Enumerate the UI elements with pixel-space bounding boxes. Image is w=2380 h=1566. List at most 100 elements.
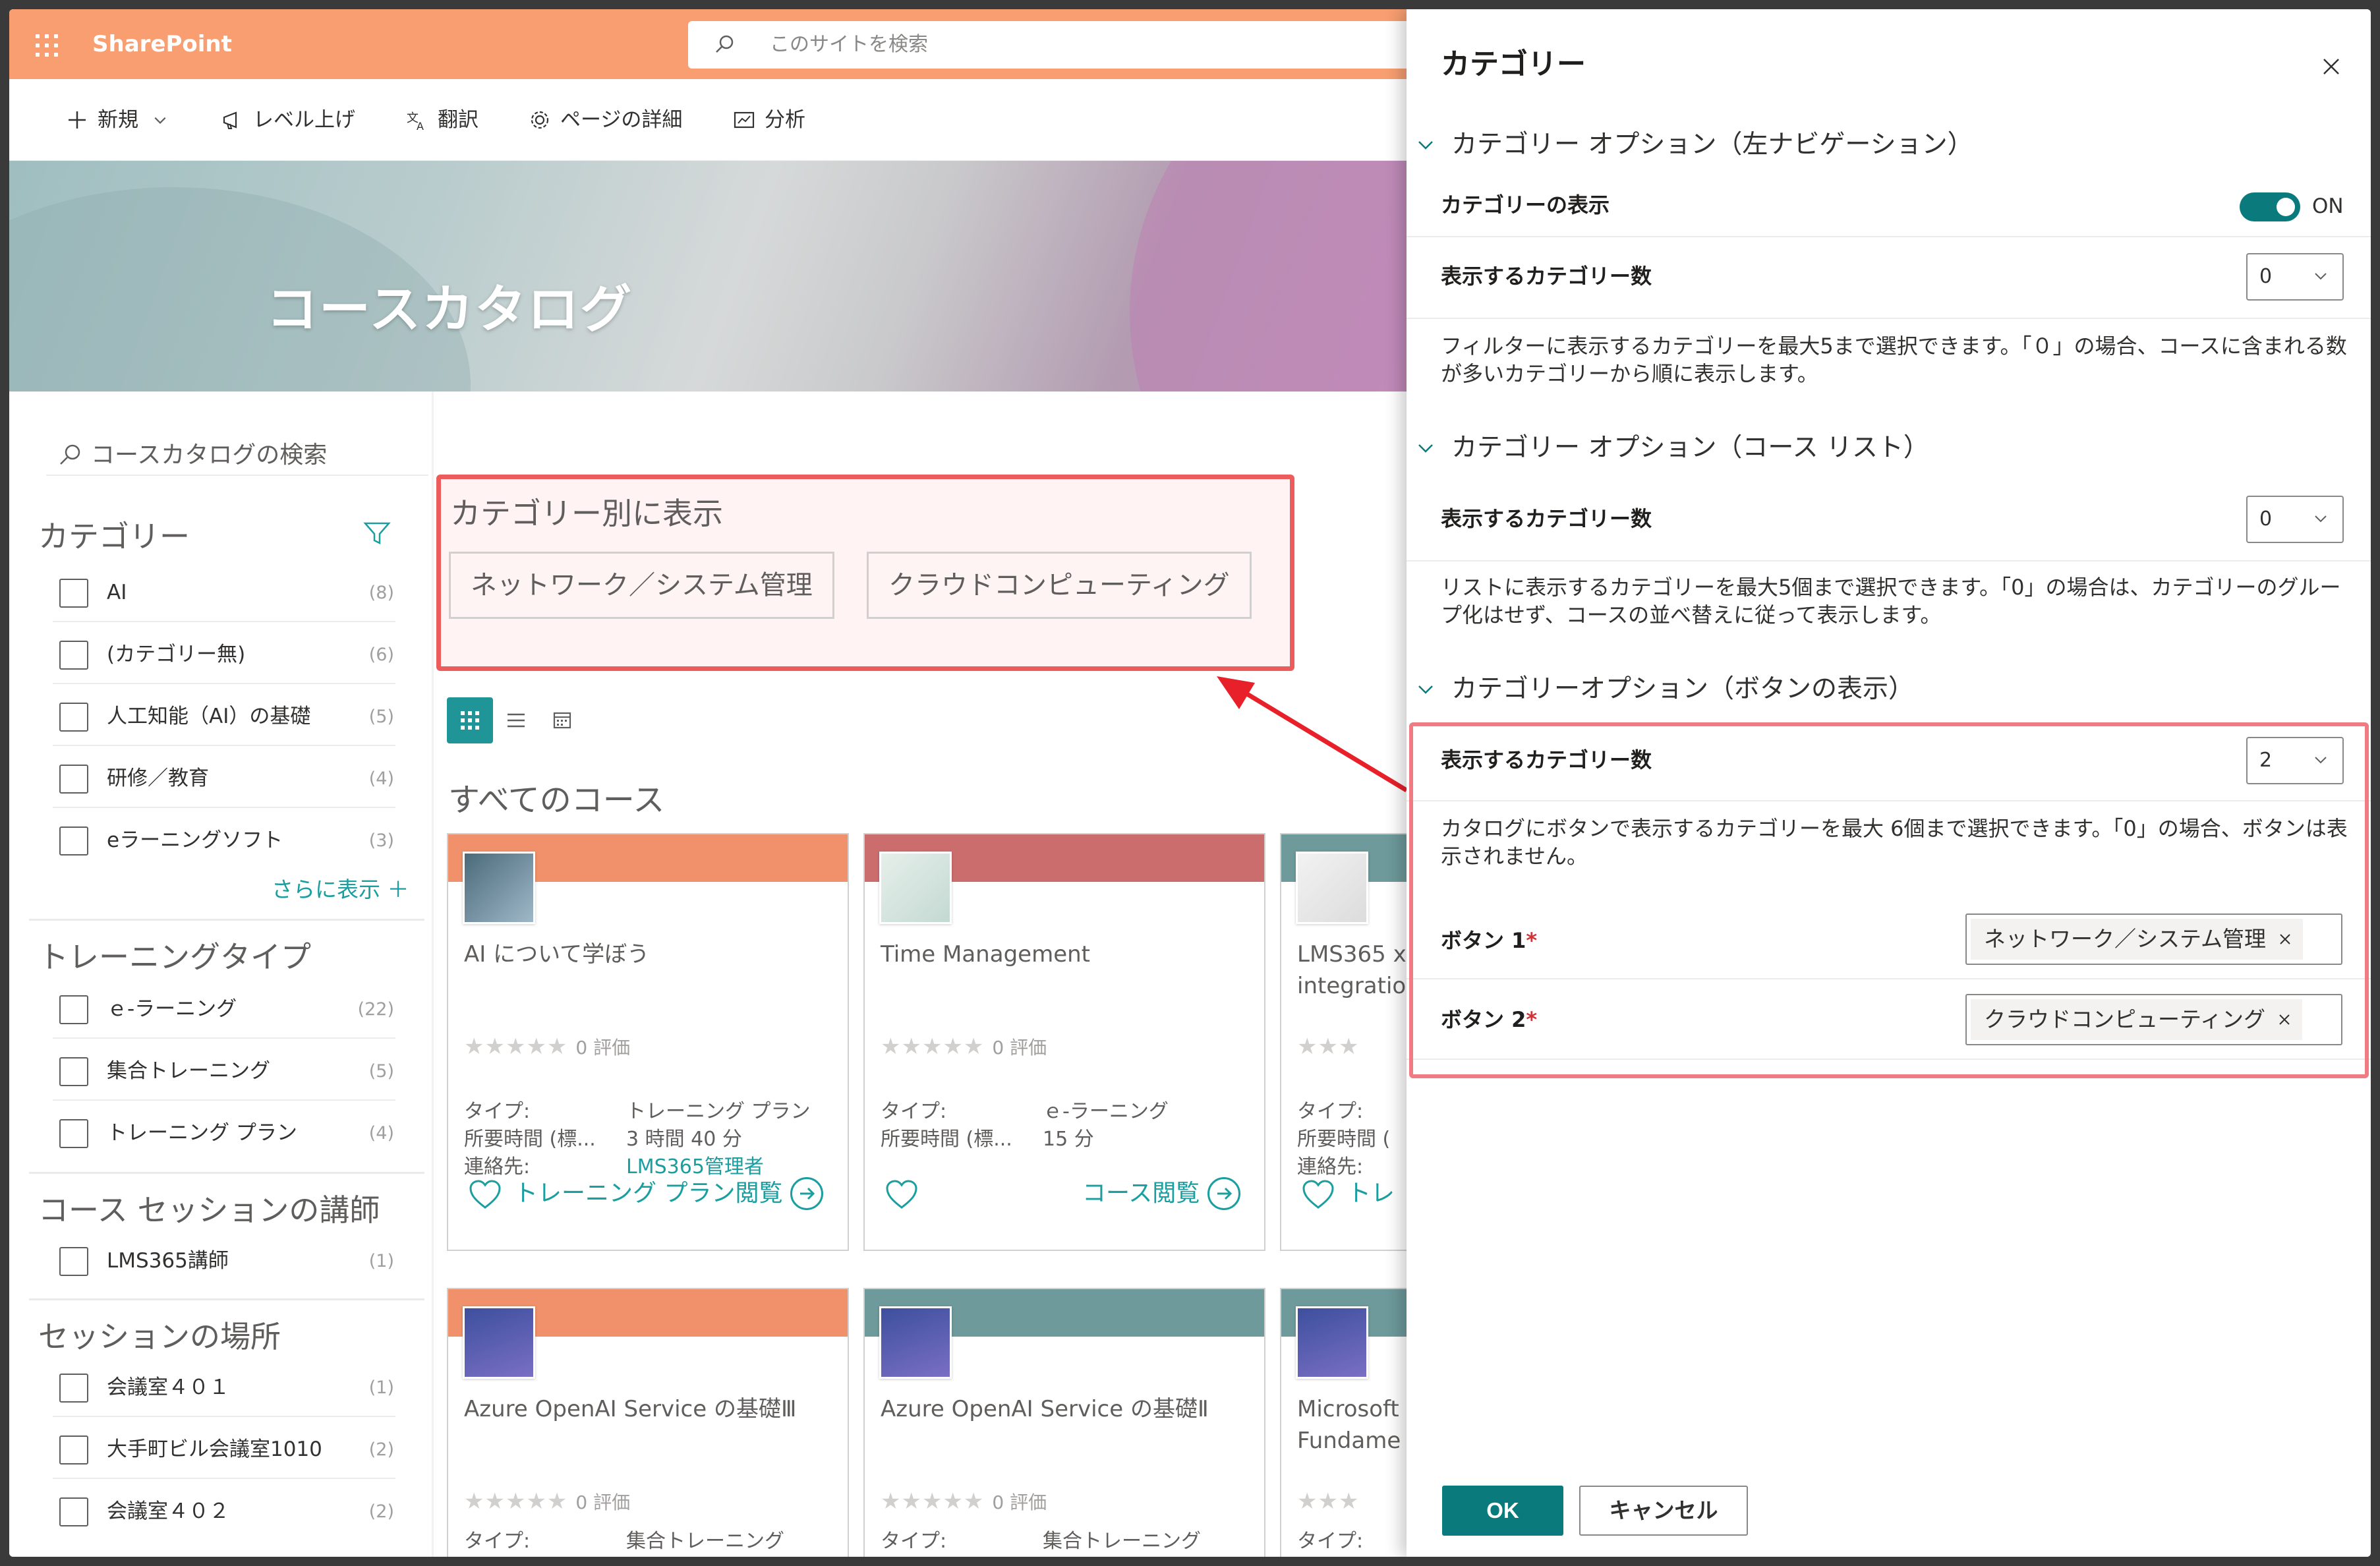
filter-item[interactable]: AI (8) — [53, 563, 395, 622]
filter-section-title: セッションの場所 — [38, 1319, 281, 1354]
rating-stars: ★★★ — [1297, 1488, 1360, 1515]
checkbox[interactable] — [59, 1057, 88, 1086]
search-icon — [60, 444, 80, 465]
filter-item[interactable]: 人工知能（AI）の基礎 (5) — [53, 687, 395, 746]
rating-stars: ★★★★★ 0 評価 — [881, 1488, 1047, 1515]
checkbox[interactable] — [59, 1497, 88, 1526]
show-categories-row: カテゴリーの表示 — [1407, 174, 2371, 237]
filter-item[interactable]: 会議室４０１ (1) — [53, 1358, 395, 1417]
course-title[interactable]: Azure OpenAI Service の基礎Ⅱ — [881, 1393, 1209, 1425]
catalog-search-input[interactable]: コースカタログの検索 — [46, 436, 428, 476]
description-text: リストに表示するカテゴリーを最大5個まで選択できます。「0」の場合は、カテゴリー… — [1441, 575, 2341, 627]
group-header-button-display[interactable]: カテゴリーオプション（ボタンの表示） — [1417, 670, 1914, 709]
checkbox[interactable] — [59, 765, 88, 794]
filter-item[interactable]: (カテゴリー無) (6) — [53, 625, 395, 684]
chevron-down-icon — [1418, 444, 1433, 453]
search-placeholder: このサイトを検索 — [770, 33, 928, 56]
plus-icon — [66, 109, 88, 131]
filter-item[interactable]: ｅ-ラーニング (22) — [53, 979, 395, 1039]
category-settings-panel: カテゴリー カテゴリー オプション（左ナビゲーション） カテゴリーの表示 ON … — [1407, 9, 2371, 1557]
course-title[interactable]: Azure OpenAI Service の基礎Ⅲ — [464, 1393, 796, 1425]
filter-item[interactable]: eラーニングソフト (3) — [53, 811, 395, 870]
course-card[interactable]: Time Management ★★★★★ 0 評価 タイプ: ｅ-ラーニング 所… — [863, 833, 1265, 1251]
checkbox[interactable] — [59, 579, 88, 608]
course-title[interactable]: LMS365 x — [1297, 939, 1407, 970]
checkbox[interactable] — [59, 1436, 88, 1464]
view-course-button[interactable]: コース閲覧 — [1082, 1176, 1241, 1211]
promote-button[interactable]: レベル上げ — [221, 107, 355, 133]
page-title: コースカタログ — [266, 280, 633, 339]
filter-panel: コースカタログの検索 カテゴリー AI (8) (カテゴリー無) (6) 人工知能（… — [9, 392, 434, 1557]
megaphone-icon — [221, 109, 244, 131]
category-button-network[interactable]: ネットワーク／システム管理 — [449, 552, 834, 619]
chevron-down-icon — [1418, 141, 1433, 150]
list-view-icon[interactable] — [493, 697, 539, 743]
analytics-button[interactable]: 分析 — [733, 107, 805, 133]
filter-section-title: コース セッションの講師 — [38, 1192, 380, 1228]
page-details-button[interactable]: ページの詳細 — [529, 107, 682, 133]
group-header-course-list[interactable]: カテゴリー オプション（コース リスト） — [1417, 428, 1929, 468]
show-more-link[interactable]: さらに表示 ＋ — [272, 875, 409, 904]
chevron-down-icon — [154, 117, 166, 124]
category-section-title: カテゴリー別に表示 — [450, 496, 723, 531]
filter-item[interactable]: 会議室４０２ (2) — [53, 1482, 395, 1541]
checkbox[interactable] — [59, 1374, 88, 1403]
gear-icon — [529, 109, 551, 131]
course-card[interactable]: LMS365 x integratio ★★★ タイプ: 所要時間 ( 連絡先:… — [1280, 833, 1407, 1251]
svg-text:A: A — [417, 120, 424, 131]
course-thumbnail — [463, 852, 535, 924]
checkbox[interactable] — [59, 641, 88, 670]
grid-view-icon[interactable] — [447, 697, 493, 743]
chevron-down-icon — [1418, 685, 1433, 694]
course-title-line2: Fundame — [1297, 1428, 1401, 1454]
translate-button[interactable]: 文A 翻訳 — [406, 107, 479, 133]
app-launcher-icon[interactable] — [36, 34, 58, 57]
view-plan-button[interactable]: トレ — [1347, 1176, 1395, 1211]
checkbox[interactable] — [59, 1119, 88, 1148]
checkbox[interactable] — [59, 995, 88, 1024]
site-search-input[interactable]: このサイトを検索 — [688, 21, 1413, 69]
course-title[interactable]: Microsoft — [1297, 1393, 1399, 1425]
heart-icon[interactable] — [885, 1178, 919, 1210]
filter-item[interactable]: LMS365講師 (1) — [53, 1231, 395, 1290]
group-header-left-nav[interactable]: カテゴリー オプション（左ナビゲーション） — [1417, 125, 1973, 165]
course-card[interactable]: AI について学ぼう ★★★★★ 0 評価 タイプ: トレーニング プラン 所要時… — [447, 833, 849, 1251]
heart-icon[interactable] — [1301, 1178, 1335, 1210]
view-plan-button[interactable]: トレーニング プラン閲覧 — [514, 1176, 824, 1211]
filter-item[interactable]: 大手町ビル会議室1010 (2) — [53, 1420, 395, 1479]
course-card[interactable]: Azure OpenAI Service の基礎Ⅲ ★★★★★ 0 評価 タイプ:… — [447, 1288, 849, 1557]
filter-section-title: トレーニングタイプ — [38, 939, 311, 975]
course-card[interactable]: Microsoft Fundame ★★★ タイプ: — [1280, 1288, 1407, 1557]
close-icon[interactable] — [2321, 57, 2341, 76]
app-name[interactable]: SharePoint — [92, 28, 232, 61]
category-count-dropdown-2[interactable]: 0 — [2246, 496, 2344, 543]
checkbox[interactable] — [59, 703, 88, 732]
new-button[interactable]: 新規 — [66, 107, 167, 133]
category-button-cloud[interactable]: クラウドコンピューティング — [867, 552, 1252, 619]
filter-section-title: カテゴリー — [38, 519, 190, 554]
rating-stars: ★★★★★ 0 評価 — [464, 1488, 631, 1515]
all-courses-heading: すべてのコース — [448, 782, 665, 819]
filter-icon[interactable] — [363, 519, 392, 548]
filter-item[interactable]: 研修／教育 (4) — [53, 749, 395, 808]
analytics-icon — [733, 109, 755, 131]
checkbox[interactable] — [59, 826, 88, 856]
filter-item[interactable]: 集合トレーニング (5) — [53, 1041, 395, 1101]
course-title[interactable]: AI について学ぼう — [464, 939, 649, 970]
course-title[interactable]: Time Management — [881, 939, 1090, 970]
show-categories-toggle[interactable] — [2240, 192, 2300, 221]
openai-thumbnail — [463, 1306, 535, 1379]
course-card[interactable]: Azure OpenAI Service の基礎Ⅱ ★★★★★ 0 評価 タイプ:… — [863, 1288, 1265, 1557]
filter-item[interactable]: トレーニング プラン (4) — [53, 1103, 395, 1163]
cancel-button[interactable]: キャンセル — [1579, 1486, 1748, 1536]
search-icon — [716, 35, 734, 53]
hero-banner: コースカタログ — [9, 161, 1407, 392]
category-buttons-section: カテゴリー別に表示 ネットワーク／システム管理 クラウドコンピューティング — [436, 475, 1294, 671]
ok-button[interactable]: OK — [1442, 1486, 1563, 1536]
heart-icon[interactable] — [468, 1178, 502, 1210]
calendar-view-icon[interactable] — [539, 697, 585, 743]
translate-icon: 文A — [406, 109, 428, 132]
panel-title: カテゴリー — [1441, 47, 1586, 81]
chevron-down-icon — [2315, 515, 2327, 523]
checkbox[interactable] — [59, 1247, 88, 1276]
